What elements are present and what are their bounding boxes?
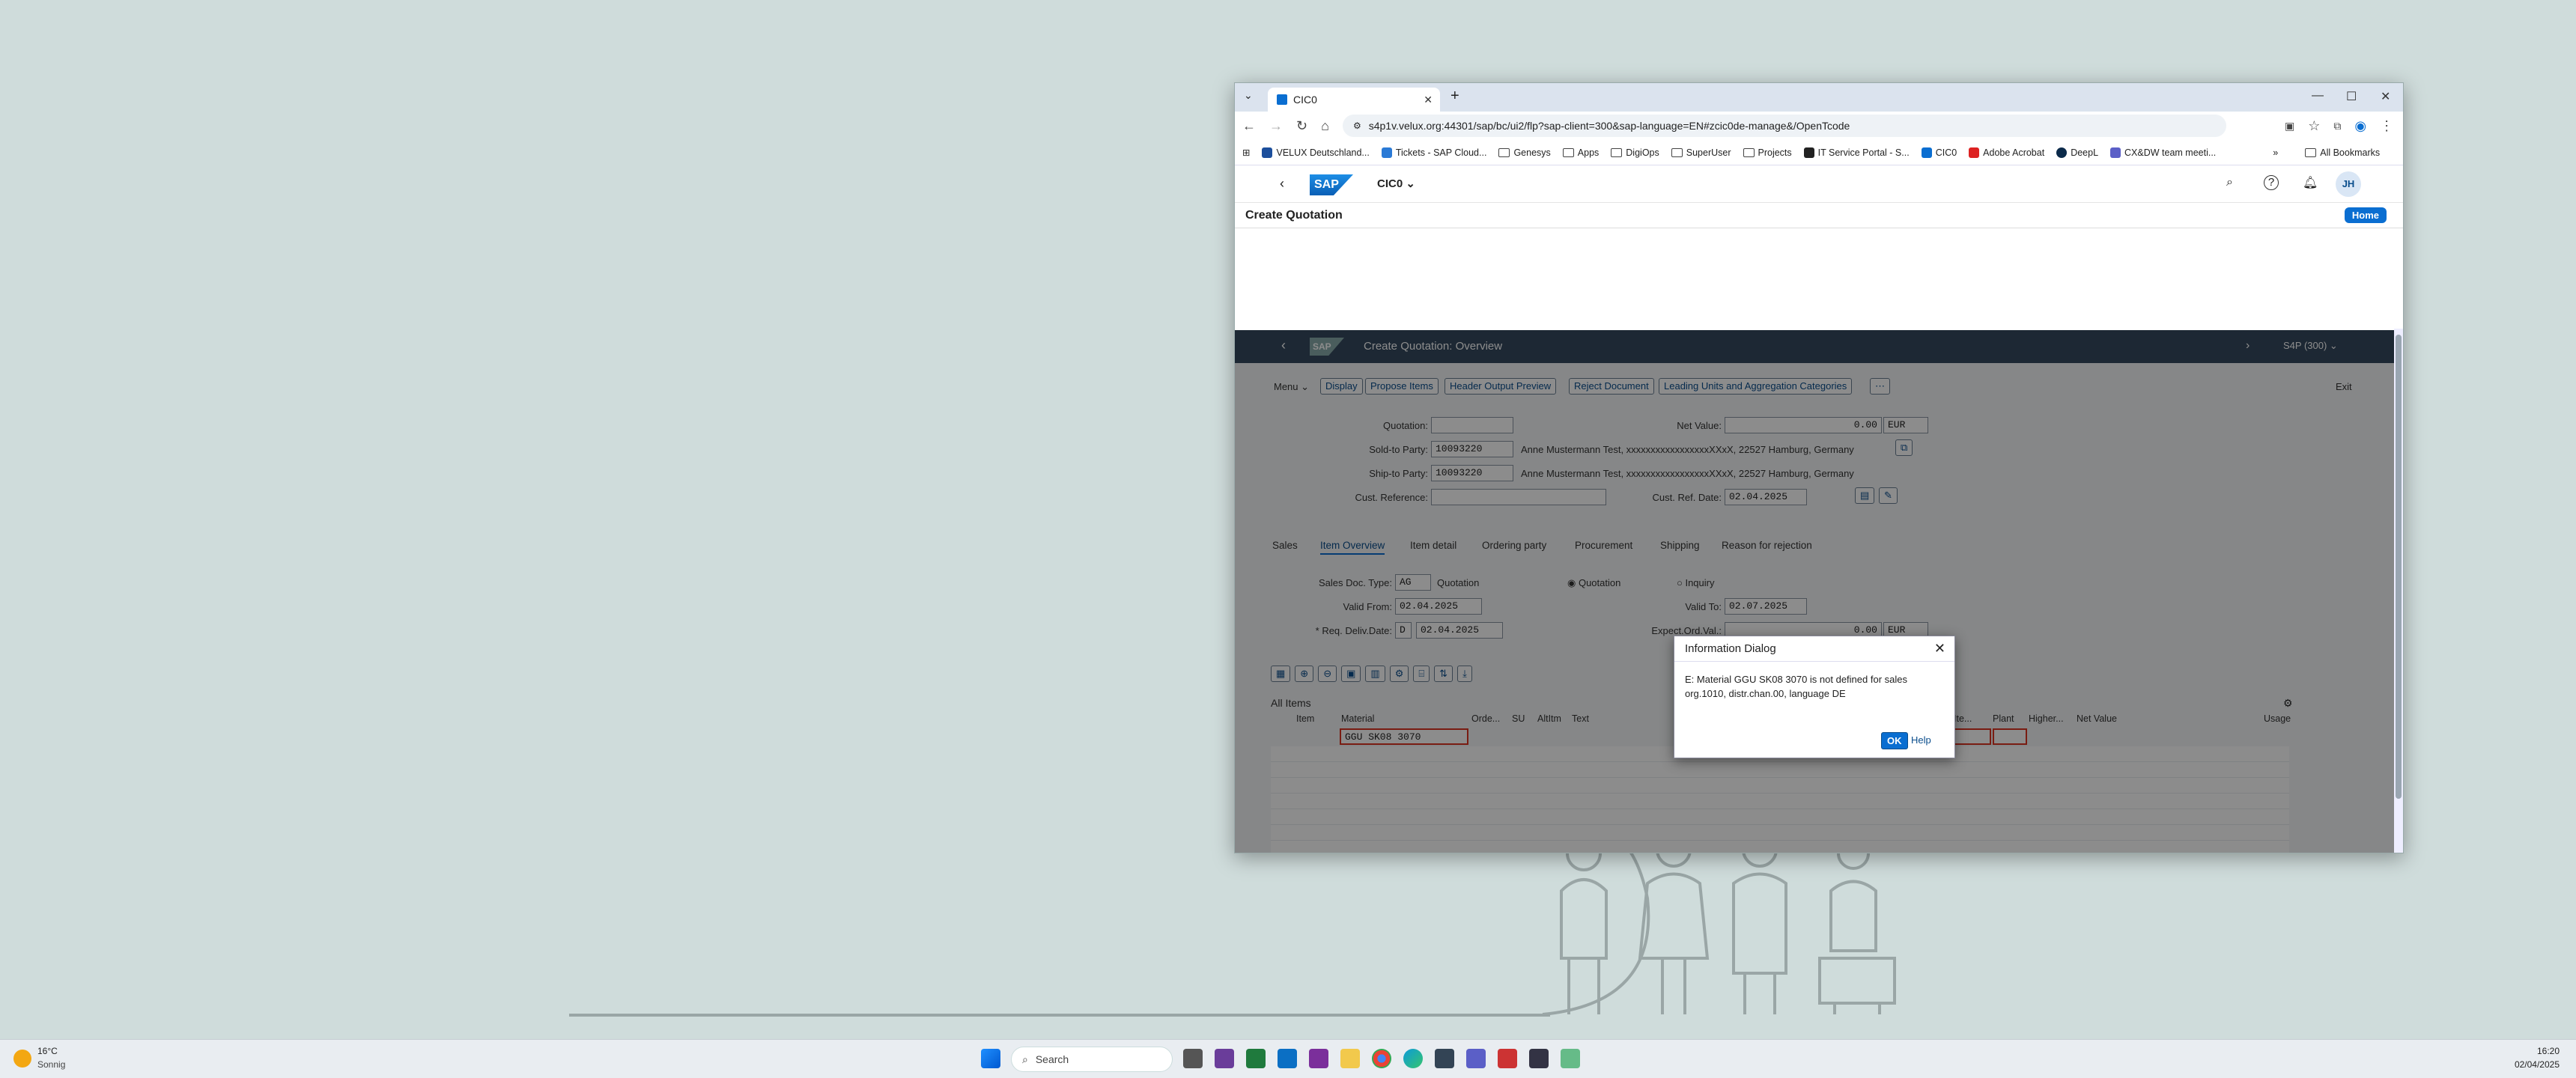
weather-temp[interactable]: 16°C — [37, 1046, 58, 1056]
taskbar: 16°C Sonnig ⌕ Search 16:20 02/04/2025 — [0, 1039, 2576, 1078]
bookmark-item[interactable]: CX&DW team meeti... — [2110, 147, 2216, 158]
folder-icon — [1671, 147, 1683, 157]
teams-icon — [2110, 147, 2121, 158]
task-view-icon[interactable] — [1183, 1049, 1203, 1068]
sap-gui-area: ‹ SAP Create Quotation: Overview › S4P (… — [1235, 330, 2403, 853]
url-text: s4p1v.velux.org:44301/sap/bc/ui2/flp?sap… — [1368, 120, 1850, 132]
sap-logo[interactable]: SAP — [1310, 174, 1353, 195]
avatar[interactable]: JH — [2336, 171, 2361, 197]
acrobat-icon — [1969, 147, 1980, 158]
teams-icon[interactable] — [1466, 1049, 1486, 1068]
app-title-menu[interactable]: CIC0 ⌄ — [1377, 177, 1415, 190]
bookmark-item[interactable]: IT Service Portal - S... — [1803, 147, 1910, 158]
reload-icon[interactable]: ↻ — [1296, 118, 1307, 134]
it-portal-icon — [1803, 147, 1814, 158]
genesys-icon[interactable] — [1498, 1049, 1517, 1068]
folder-icon — [2305, 147, 2317, 157]
bookmark-item[interactable]: CIC0 — [1921, 147, 1957, 158]
excel-icon[interactable] — [1246, 1049, 1266, 1068]
app-icon[interactable] — [1561, 1049, 1580, 1068]
taskbar-search[interactable]: ⌕ Search — [1011, 1047, 1173, 1072]
information-dialog: Information Dialog ✕ E: Material GGU SK0… — [1674, 636, 1955, 758]
bookmark-folder[interactable]: Genesys — [1498, 147, 1551, 158]
bookmark-item[interactable]: DeepL — [2056, 147, 2098, 158]
help-icon[interactable]: ? — [2264, 175, 2279, 190]
weather-text[interactable]: Sonnig — [37, 1059, 65, 1070]
deepl-icon — [2056, 147, 2068, 158]
dialog-header: Information Dialog ✕ — [1674, 636, 1954, 662]
nav-bar: ← → ↻ ⌂ ⚙ s4p1v.velux.org:44301/sap/bc/u… — [1235, 112, 2403, 140]
folder-icon — [1562, 147, 1574, 157]
sap-icon — [1921, 147, 1932, 158]
bookmark-folder[interactable]: DigiOps — [1611, 147, 1659, 158]
address-bar[interactable]: ⚙ s4p1v.velux.org:44301/sap/bc/ui2/flp?s… — [1342, 115, 2226, 137]
maximize-icon[interactable]: ☐ — [2346, 89, 2357, 104]
sap-gui-icon[interactable] — [1529, 1049, 1549, 1068]
apps-grid-icon[interactable]: ⊞ — [1242, 147, 1250, 158]
close-tab-icon[interactable]: ✕ — [1424, 94, 1433, 106]
clock-date[interactable]: 02/04/2025 — [2500, 1059, 2560, 1070]
minimize-icon[interactable]: — — [2312, 89, 2324, 103]
home-button[interactable]: Home — [2344, 207, 2387, 223]
dialog-close-icon[interactable]: ✕ — [1934, 641, 1945, 657]
search-icon: ⌕ — [1022, 1053, 1028, 1065]
home-icon[interactable]: ⌂ — [1321, 118, 1329, 134]
onenote-icon[interactable] — [1309, 1049, 1328, 1068]
page-title: Create Quotation — [1245, 208, 1343, 222]
bookmark-folder[interactable]: Apps — [1562, 147, 1599, 158]
browser-tab[interactable]: CIC0 ✕ — [1268, 88, 1440, 112]
tab-strip: ⌄ CIC0 ✕ + — ☐ ✕ — [1235, 83, 2403, 112]
bookmark-folder[interactable]: SuperUser — [1671, 147, 1731, 158]
modal-overlay — [1235, 330, 2403, 853]
bookmark-item[interactable]: VELUX Deutschland... — [1262, 147, 1370, 158]
profile-icon[interactable]: ◉ — [2354, 118, 2366, 134]
notifications-bell-icon[interactable]: 🔔︎ — [2303, 175, 2318, 190]
folder-icon — [1743, 147, 1755, 157]
sap-shell-bar: ‹ SAP CIC0 ⌄ ⌕ ? 🔔︎ JH — [1235, 165, 2403, 203]
extension-icon[interactable]: ▣ — [2285, 120, 2294, 133]
extensions-puzzle-icon[interactable]: ⧉ — [2333, 120, 2341, 133]
shell-back-icon[interactable]: ‹ — [1280, 176, 1284, 192]
chrome-icon[interactable] — [1372, 1049, 1391, 1068]
close-window-icon[interactable]: ✕ — [2381, 89, 2390, 104]
clock-time[interactable]: 16:20 — [2515, 1046, 2560, 1056]
weather-sun-icon[interactable] — [13, 1050, 31, 1068]
search-label: Search — [1035, 1053, 1069, 1065]
back-icon[interactable]: ← — [1242, 118, 1256, 134]
more-bookmarks-icon[interactable]: » — [2273, 147, 2278, 158]
snipping-tool-icon[interactable] — [1215, 1049, 1234, 1068]
tab-title: CIC0 — [1293, 94, 1317, 106]
forward-icon[interactable]: → — [1269, 118, 1283, 134]
bookmarks-bar: ⊞ VELUX Deutschland... Tickets - SAP Clo… — [1235, 140, 2403, 165]
sap-logon-icon[interactable] — [1435, 1049, 1454, 1068]
dialog-title: Information Dialog — [1685, 642, 1776, 655]
bookmark-star-icon[interactable]: ☆ — [2308, 118, 2320, 134]
folder-icon — [1611, 147, 1623, 157]
search-icon[interactable]: ⌕ — [2226, 176, 2233, 189]
scrollbar-thumb[interactable] — [2396, 335, 2402, 799]
site-info-icon[interactable]: ⚙ — [1353, 121, 1361, 131]
scrollbar[interactable] — [2394, 329, 2403, 853]
velux-icon — [1262, 147, 1273, 158]
dialog-message: E: Material GGU SK08 3070 is not defined… — [1685, 674, 1907, 699]
bookmark-folder[interactable]: Projects — [1743, 147, 1792, 158]
start-windows-icon[interactable] — [981, 1049, 1000, 1068]
folder-icon — [1498, 147, 1510, 157]
tab-favicon-icon — [1277, 94, 1287, 105]
edge-icon[interactable] — [1403, 1049, 1423, 1068]
browser-window: ⌄ CIC0 ✕ + — ☐ ✕ ← → ↻ ⌂ ⚙ s4p1v.velux.o… — [1234, 82, 2404, 853]
outlook-icon[interactable] — [1278, 1049, 1297, 1068]
help-button[interactable]: Help — [1911, 734, 1931, 746]
sap-cloud-icon — [1381, 147, 1392, 158]
bookmark-item[interactable]: Adobe Acrobat — [1969, 147, 2044, 158]
tab-list-icon[interactable]: ⌄ — [1244, 89, 1253, 102]
file-explorer-icon[interactable] — [1340, 1049, 1360, 1068]
browser-menu-icon[interactable]: ⋮ — [2380, 118, 2393, 134]
ok-button[interactable]: OK — [1881, 732, 1908, 749]
new-tab-icon[interactable]: + — [1450, 88, 1459, 105]
all-bookmarks[interactable]: All Bookmarks — [2305, 147, 2380, 158]
page-title-bar: Create Quotation Home — [1235, 203, 2403, 228]
bookmark-item[interactable]: Tickets - SAP Cloud... — [1381, 147, 1486, 158]
